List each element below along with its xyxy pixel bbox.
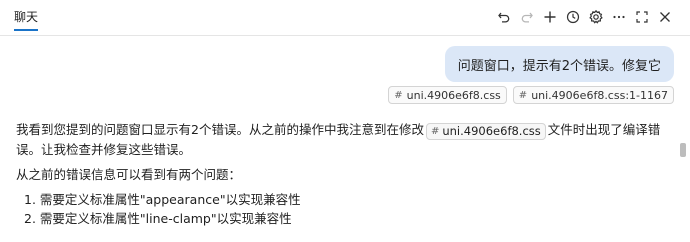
file-reference-label: uni.4906e6f8.css	[442, 124, 541, 138]
new-chat-button[interactable]	[541, 8, 559, 26]
chat-toolbar	[495, 7, 674, 27]
gear-icon	[589, 9, 603, 24]
user-message-references: # uni.4906e6f8.css # uni.4906e6f8.css:1-…	[388, 86, 674, 104]
redo-button[interactable]	[518, 8, 536, 26]
history-icon	[566, 10, 580, 24]
reference-chip[interactable]: # uni.4906e6f8.css	[388, 86, 507, 104]
hash-icon: #	[430, 126, 440, 137]
hash-icon: #	[394, 89, 403, 101]
chat-header: 聊天	[0, 0, 690, 34]
reference-label: uni.4906e6f8.css	[406, 88, 501, 102]
error-list: 1. 需要定义标准属性"appearance"以实现兼容性 2. 需要定义标准属…	[16, 190, 671, 228]
close-button[interactable]	[656, 8, 674, 26]
undo-button[interactable]	[495, 8, 513, 26]
undo-icon	[498, 12, 510, 23]
close-icon	[660, 12, 670, 22]
settings-button[interactable]	[587, 8, 605, 26]
history-button[interactable]	[564, 8, 582, 26]
assistant-paragraph-1: 我看到您提到的问题窗口显示有2个错误。从之前的操作中我注意到在修改 # uni.49…	[16, 120, 671, 159]
redo-icon	[521, 12, 533, 23]
reference-chip[interactable]: # uni.4906e6f8.css:1-1167	[512, 86, 674, 104]
scrollbar-thumb[interactable]	[680, 143, 686, 157]
more-button[interactable]	[610, 8, 628, 26]
hash-icon: #	[518, 89, 528, 101]
assistant-message: 我看到您提到的问题窗口显示有2个错误。从之前的操作中我注意到在修改 # uni.49…	[16, 120, 671, 228]
header-divider	[0, 35, 690, 36]
user-message-text: 问题窗口，提示有2个错误。修复它	[457, 58, 661, 74]
ellipsis-icon	[613, 15, 625, 19]
plus-icon	[544, 11, 556, 23]
user-message-bubble: 问题窗口，提示有2个错误。修复它	[444, 46, 674, 82]
file-reference-chip[interactable]: # uni.4906e6f8.css	[425, 123, 546, 140]
list-item: 2. 需要定义标准属性"line-clamp"以实现兼容性	[24, 211, 292, 226]
reference-label: uni.4906e6f8.css:1-1167	[531, 88, 668, 102]
maximize-icon	[636, 11, 648, 23]
tab-active-indicator	[14, 29, 38, 31]
list-item: 1. 需要定义标准属性"appearance"以实现兼容性	[24, 192, 301, 207]
paragraph-text: 我看到您提到的问题窗口显示有2个错误。从之前的操作中我注意到在修改	[16, 122, 424, 137]
maximize-button[interactable]	[633, 8, 651, 26]
assistant-paragraph-2: 从之前的错误信息可以看到有两个问题：	[16, 167, 242, 182]
